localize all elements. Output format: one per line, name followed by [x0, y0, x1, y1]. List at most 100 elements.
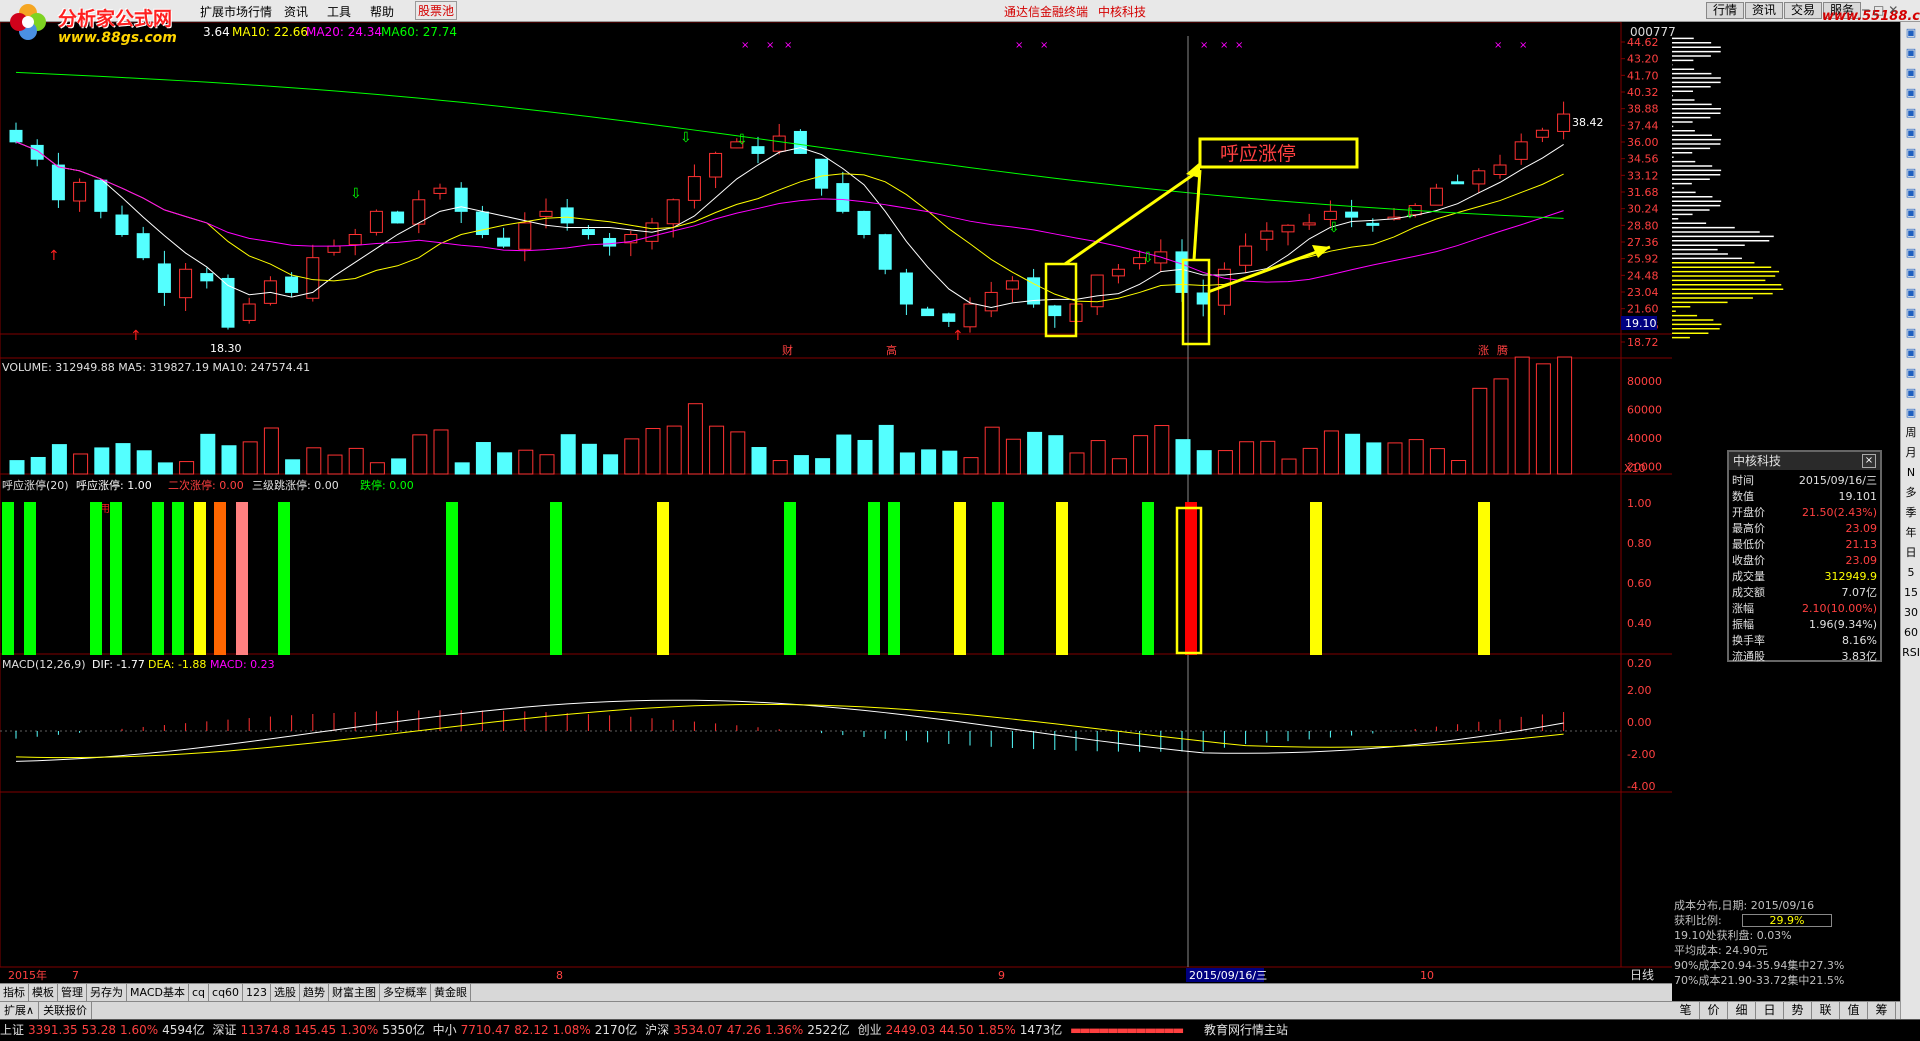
volume-bar	[581, 443, 597, 475]
expand-tab[interactable]: 关联报价	[39, 1002, 93, 1019]
toolbar-tool-icon[interactable]: ▣	[1902, 144, 1920, 162]
period-button[interactable]: 多	[1902, 484, 1920, 502]
detail-tab[interactable]: 日	[1756, 1002, 1784, 1019]
indicator-tab[interactable]: cq	[189, 984, 210, 1001]
down-arrow-icon: ⇩	[1328, 220, 1340, 236]
info-value: 19.101	[1838, 489, 1878, 503]
period-button[interactable]: 季	[1902, 504, 1920, 522]
signal-bar	[954, 502, 966, 655]
menu-item-tools[interactable]: 工具	[327, 3, 351, 20]
expand-tab[interactable]: 扩展∧	[0, 1002, 40, 1019]
period-button[interactable]: 年	[1902, 524, 1920, 542]
indicator-tab[interactable]: 选股	[271, 984, 301, 1001]
toolbar-tool-icon[interactable]: ▣	[1902, 364, 1920, 382]
period-button[interactable]: 60	[1902, 624, 1920, 642]
indicator-tab[interactable]: MACD基本	[127, 984, 189, 1001]
indicator-tab[interactable]: 趋势	[300, 984, 330, 1001]
toolbar-tool-icon[interactable]: ▣	[1902, 164, 1920, 182]
close-icon[interactable]: ×	[1862, 454, 1876, 468]
sh-label: 上证	[0, 1023, 25, 1037]
volume-bar	[1408, 439, 1424, 475]
indicator-tab[interactable]: 另存为	[87, 984, 127, 1001]
indicator-tab[interactable]: 模板	[29, 984, 58, 1001]
volume-bar	[1175, 439, 1191, 475]
window-controls-icon[interactable]: ─ □ ✕	[1862, 3, 1898, 17]
detail-tab[interactable]: 值	[1840, 1002, 1868, 1019]
down-arrow-icon: ⇩	[736, 132, 748, 148]
signal-bar	[868, 502, 880, 655]
top-marker: ×	[1519, 40, 1527, 51]
toolbar-tool-icon[interactable]: ▣	[1902, 64, 1920, 82]
down-arrow-icon: ⇩	[1142, 250, 1154, 266]
server-label[interactable]: 教育网行情主站	[1204, 1023, 1288, 1037]
date-label-m10: 10	[1420, 969, 1434, 982]
indicator-tab[interactable]: 123	[243, 984, 272, 1001]
period-button[interactable]: 月	[1902, 444, 1920, 462]
toolbar-tool-icon[interactable]: ▣	[1902, 44, 1920, 62]
toolbar-tool-icon[interactable]: ▣	[1902, 104, 1920, 122]
menu-item-stock-pool[interactable]: 股票池	[415, 1, 458, 20]
info-row: 流通股 3.83亿	[1729, 648, 1880, 664]
period-button[interactable]: 15	[1902, 584, 1920, 602]
indicator-header-v4: 跌停: 0.00	[360, 478, 414, 492]
period-button[interactable]: 30	[1902, 604, 1920, 622]
toolbar-tool-icon[interactable]: ▣	[1902, 224, 1920, 242]
hs-value: 3534.07	[673, 1023, 723, 1037]
toolbar-tool-icon[interactable]: ▣	[1902, 84, 1920, 102]
candle-body	[581, 229, 595, 236]
detail-tab[interactable]: 笔	[1672, 1002, 1700, 1019]
volume-bar	[1281, 458, 1297, 475]
info-popup[interactable]: 中核科技 × 时间 2015/09/16/三 数值 19.101 开盘价 21.50(2.…	[1727, 450, 1882, 664]
period-button[interactable]: N	[1902, 464, 1920, 482]
candle-body	[1366, 222, 1380, 226]
menu-item-help[interactable]: 帮助	[370, 3, 394, 20]
toolbar-tool-icon[interactable]: ▣	[1902, 124, 1920, 142]
toolbar-tool-icon[interactable]: ▣	[1902, 204, 1920, 222]
period-button[interactable]: 日	[1902, 544, 1920, 562]
tab-quote[interactable]: 行情	[1706, 2, 1744, 19]
toolbar-tool-icon[interactable]: ▣	[1902, 184, 1920, 202]
toolbar-tool-icon[interactable]: ▣	[1902, 264, 1920, 282]
info-value: 7.07亿	[1841, 586, 1878, 599]
detail-tab[interactable]: 势	[1784, 1002, 1812, 1019]
indicator-tab[interactable]: 多空概率	[380, 984, 432, 1001]
toolbar-tool-icon[interactable]: ▣	[1902, 304, 1920, 322]
tab-trade[interactable]: 交易	[1784, 2, 1822, 19]
indicator-tab[interactable]: 黄金眼	[431, 984, 472, 1001]
toolbar-tool-icon[interactable]: ▣	[1902, 244, 1920, 262]
candle-body	[518, 222, 532, 250]
detail-tab[interactable]: 筹	[1868, 1002, 1896, 1019]
toolbar-tool-icon[interactable]: ▣	[1902, 404, 1920, 422]
period-label[interactable]: 日线	[1630, 966, 1672, 983]
volume-bar	[242, 441, 258, 475]
detail-tab[interactable]: 细	[1728, 1002, 1756, 1019]
detail-tab[interactable]: 联	[1812, 1002, 1840, 1019]
volume-bar	[1133, 435, 1149, 475]
volume-bar	[1302, 447, 1318, 475]
toolbar-tool-icon[interactable]: ▣	[1902, 284, 1920, 302]
detail-tab[interactable]: 价	[1700, 1002, 1728, 1019]
period-button[interactable]: RSI	[1902, 644, 1920, 662]
toolbar-tool-icon[interactable]: ▣	[1902, 24, 1920, 42]
menu-item-info[interactable]: 资讯	[284, 3, 308, 20]
signal-bar	[110, 502, 122, 655]
volume-bar	[94, 447, 110, 475]
toolbar-tool-icon[interactable]: ▣	[1902, 344, 1920, 362]
toolbar-tool-icon[interactable]: ▣	[1902, 384, 1920, 402]
price-tick-label: 24.48	[1627, 269, 1659, 282]
indicator-tab[interactable]: 管理	[58, 984, 87, 1001]
zx-pct: 1.08%	[552, 1023, 591, 1037]
volume-bar	[157, 462, 173, 475]
chart-area[interactable]: 44.62 43.20 41.70 40.32 38.88 37.44 36.00 34.56…	[0, 22, 1900, 983]
tab-info[interactable]: 资讯	[1745, 2, 1783, 19]
indicator-tab[interactable]: 财富主图	[329, 984, 381, 1001]
toolbar-tool-icon[interactable]: ▣	[1902, 324, 1920, 342]
indicator-tab[interactable]: cq60	[209, 984, 244, 1001]
period-button[interactable]: 周	[1902, 424, 1920, 442]
menu-item-ext-market[interactable]: 扩展市场行情	[200, 3, 272, 20]
indicator-header-v2: 二次涨停: 0.00	[168, 478, 244, 492]
period-button[interactable]: 5	[1902, 564, 1920, 582]
indicator-tab[interactable]: 指标	[0, 984, 29, 1001]
menu-bar: 扩展市场行情 资讯 工具 帮助 股票池 通达信金融终端 中核科技 行情 资讯 交…	[0, 0, 1920, 24]
macd-tick-label: 0.00	[1627, 716, 1652, 729]
